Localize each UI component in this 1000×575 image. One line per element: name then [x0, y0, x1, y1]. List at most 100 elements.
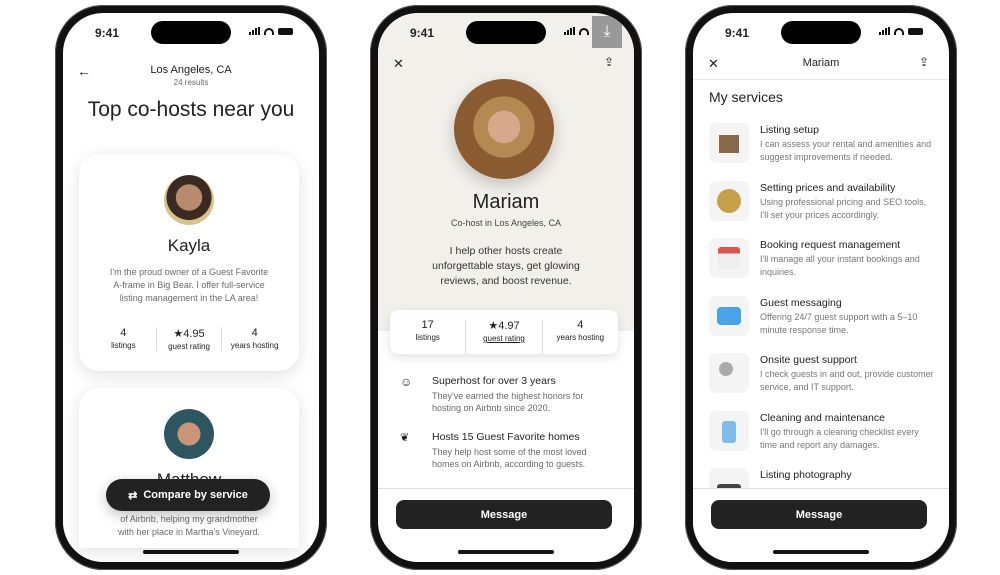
service-icon-box: [709, 353, 749, 393]
compare-label: Compare by service: [143, 489, 248, 501]
host-card-kayla[interactable]: Kayla I'm the proud owner of a Guest Fav…: [79, 154, 299, 371]
service-item[interactable]: Cleaning and maintenance I'll go through…: [709, 410, 939, 453]
service-title: Cleaning and maintenance: [760, 411, 885, 424]
service-icon-box: [709, 295, 749, 336]
battery-icon: [908, 27, 923, 35]
host-stats: 17 listings ★4.97 guest rating 4 years host…: [390, 310, 618, 354]
bio-line: of Airbnb, helping my grandmother: [120, 514, 258, 524]
share-icon[interactable]: ⇪: [604, 55, 614, 69]
stat-years: 4 years hosting: [556, 319, 605, 342]
phone-services: 9:41 ✕ Mariam ⇪ My services Listing setu…: [685, 5, 957, 570]
section-title: My services: [709, 89, 783, 105]
service-icon-box: [709, 410, 749, 451]
superhost-icon: ☺: [400, 375, 413, 389]
bio-line: unforgettable stays, get glowing: [432, 260, 580, 272]
signal-icon: [879, 27, 890, 35]
bio-line: I'm the proud owner of a Guest Favorite: [109, 267, 269, 277]
signal-icon: [249, 27, 260, 35]
service-item[interactable]: Onsite guest support I check guests in a…: [709, 353, 939, 395]
signal-icon: [564, 27, 575, 35]
home-indicator: [773, 550, 869, 554]
bio-line: reviews, and boost revenue.: [440, 275, 572, 287]
dynamic-island: [151, 21, 231, 44]
status-time: 9:41: [410, 26, 435, 40]
service-title: Setting prices and availability: [760, 181, 896, 194]
stat-rating[interactable]: ★4.97 guest rating: [466, 319, 543, 354]
share-icon[interactable]: ⇪: [919, 55, 929, 69]
service-title: Listing setup: [760, 124, 819, 136]
dynamic-island: [781, 21, 861, 44]
service-item[interactable]: Booking request management I'll manage a…: [709, 238, 939, 280]
service-desc: I can assess your rental and amenities a…: [760, 139, 932, 162]
wifi-icon: [264, 27, 274, 35]
home-indicator: [143, 550, 239, 554]
stat-rating: ★4.95 guest rating: [157, 327, 223, 351]
results-count: 24 results: [173, 78, 209, 87]
screen: 9:41 ⤓ ✕ ⇪ Mariam Co-host in Los Angeles…: [378, 13, 634, 562]
host-card-matthew[interactable]: Matthew of Airbnb, helping my grandmothe…: [79, 388, 299, 548]
host-stats: 4 listings ★4.95 guest rating 4 years hosti…: [91, 327, 287, 351]
highlight-desc: They've earned the highest honors for hos…: [432, 391, 584, 413]
host-bio: of Airbnb, helping my grandmother with h…: [79, 513, 299, 539]
stat-listings: 17 listings: [390, 319, 467, 354]
dynamic-island: [466, 21, 546, 44]
key-icon: [719, 362, 733, 376]
spray-bottle-icon: [722, 420, 736, 443]
page-title: Top co-hosts near you: [87, 98, 295, 121]
status-time: 9:41: [95, 26, 120, 40]
stat-years: 4 years hosting: [230, 327, 279, 350]
message-button[interactable]: Message: [396, 500, 612, 529]
status-icons: [879, 27, 923, 35]
close-icon[interactable]: ✕: [393, 56, 404, 72]
avatar-kayla: [164, 175, 214, 225]
footer-divider: [378, 488, 634, 489]
wifi-icon: [894, 27, 904, 35]
screen: 9:41 ← Los Angeles, CA 24 results Top co…: [63, 13, 319, 562]
screen: 9:41 ✕ Mariam ⇪ My services Listing setu…: [693, 13, 949, 562]
service-title: Booking request management: [760, 239, 901, 251]
service-title: Listing photography: [760, 469, 852, 481]
highlight-title: Hosts 15 Guest Favorite homes: [432, 431, 580, 443]
chat-bubble-icon: [717, 306, 741, 325]
compare-by-service-button[interactable]: ⇄ Compare by service: [106, 479, 270, 511]
bio-line: with her place in Martha's Vineyard.: [117, 527, 261, 537]
highlight-desc: They help host some of the most loved hom…: [432, 447, 587, 469]
service-item[interactable]: Guest messaging Offering 24/7 guest supp…: [709, 295, 939, 338]
header-title: Mariam: [802, 57, 840, 69]
host-subtitle: Co-host in Los Angeles, CA: [450, 218, 562, 228]
coin-icon: [717, 188, 741, 213]
download-icon[interactable]: ⤓: [592, 16, 622, 48]
status-icons: [249, 27, 293, 35]
service-item[interactable]: Setting prices and availability Using pr…: [709, 180, 939, 223]
host-name: Mariam: [472, 191, 540, 213]
service-title: Onsite guest support: [760, 354, 857, 366]
service-item[interactable]: Listing setup I can assess your rental a…: [709, 123, 939, 165]
status-time: 9:41: [725, 26, 750, 40]
avatar-matthew: [164, 409, 214, 459]
wifi-icon: [579, 27, 589, 35]
service-desc: I'll go through a cleaning checklist eve…: [760, 426, 919, 450]
host-bio: I help other hosts create unforgettable …: [378, 244, 634, 289]
service-title: Guest messaging: [760, 296, 842, 309]
header-divider: [693, 79, 949, 80]
phone-search-results: 9:41 ← Los Angeles, CA 24 results Top co…: [55, 5, 327, 570]
service-desc: Using professional pricing and SEO tools…: [760, 196, 927, 220]
home-indicator: [458, 550, 554, 554]
avatar-mariam: [454, 79, 554, 179]
service-desc: I check guests in and out, provide custo…: [760, 369, 934, 392]
bio-line: listing management in the LA area!: [119, 293, 259, 303]
bio-line: A-frame in Big Bear. I offer full-servic…: [113, 280, 265, 290]
message-button[interactable]: Message: [711, 500, 927, 529]
service-icon-box: [709, 123, 749, 163]
stat-listings: 4 listings: [91, 327, 157, 351]
sliders-icon: ⇄: [128, 489, 138, 502]
bio-line: I help other hosts create: [449, 245, 563, 257]
highlight-title: Superhost for over 3 years: [432, 375, 556, 387]
service-desc: I'll manage all your instant bookings an…: [760, 254, 920, 277]
cabin-icon: [719, 135, 739, 153]
battery-icon: [278, 27, 293, 35]
host-name: Kayla: [167, 236, 211, 255]
phone-host-profile: 9:41 ⤓ ✕ ⇪ Mariam Co-host in Los Angeles…: [370, 5, 642, 570]
service-icon-box: [709, 238, 749, 278]
service-desc: Offering 24/7 guest support with a 5–10 …: [760, 311, 918, 335]
